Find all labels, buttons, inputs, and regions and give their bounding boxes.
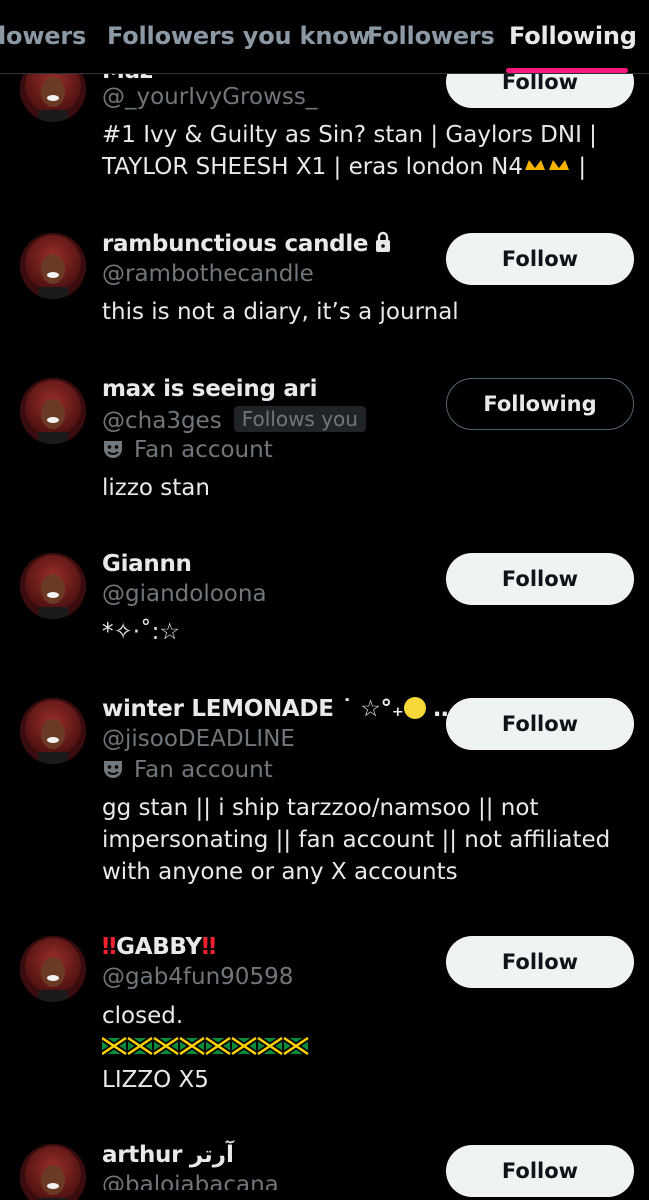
avatar[interactable] [20, 553, 86, 619]
user-bio-line: with anyone or any X accounts [102, 859, 458, 885]
user-handle-container: @cha3ges Follows you [102, 406, 366, 434]
lock-icon [376, 231, 391, 252]
user-handle: @cha3ges [102, 408, 222, 434]
jamaica-flags-row [100, 1032, 314, 1064]
user-handle: @jisooDEADLINE [102, 726, 295, 752]
follow-button[interactable]: Follow [446, 936, 634, 988]
user-name: Giannn [102, 551, 192, 577]
jamaica-flag-icon [100, 1037, 314, 1055]
user-bio-line: gg stan || i ship tarzzoo/namsoo || not [102, 795, 539, 821]
user-name: winter LEMONADE ˙ ☆°₊ [102, 696, 404, 722]
double-exclamation-icon: ‼ [201, 934, 216, 960]
tab-followers-partial[interactable]: lowers [0, 22, 86, 50]
user-bio-line: closed. [102, 1003, 184, 1029]
follow-button[interactable]: Follow [446, 233, 634, 285]
user-bio-line: TAYLOR SHEESH X1 | eras london N4 | [102, 154, 587, 180]
user-bio-line: lizzo stan [102, 475, 210, 501]
tab-bar: lowers Followers you know Followers Foll… [0, 0, 649, 74]
user-name: GABBY [116, 934, 202, 960]
user-bio-line: impersonating || fan account || not affi… [102, 827, 611, 853]
follows-you-badge: Follows you [233, 406, 366, 432]
tab-following[interactable]: Following [509, 22, 637, 50]
user-handle: @gab4fun90598 [102, 964, 294, 990]
avatar[interactable] [20, 233, 86, 299]
user-handle: @giandoloona [102, 581, 267, 607]
theater-mask-icon [104, 761, 122, 778]
tab-followers-you-know[interactable]: Followers you know [107, 22, 371, 50]
avatar[interactable] [20, 698, 86, 764]
follow-button[interactable]: Follow [446, 1145, 634, 1197]
theater-mask-icon [104, 441, 122, 458]
user-bio-line: *✧·˚:☆ [102, 619, 180, 645]
fan-account-label: Fan account [102, 437, 273, 463]
follow-button[interactable]: Follow [446, 698, 634, 750]
user-name: rambunctious candle [102, 231, 369, 257]
lemon-emoji-icon [403, 697, 426, 719]
user-name-container: ‼GABBY‼ [102, 934, 216, 960]
user-handle: @_yourIvyGrowss_ [102, 84, 318, 110]
avatar[interactable] [20, 378, 86, 444]
heart-hands-emoji-icon [525, 160, 546, 170]
user-name-container: winter LEMONADE ˙ ☆°₊ … [102, 696, 456, 722]
double-exclamation-icon: ‼ [102, 934, 117, 960]
user-name: arthur آرتر [102, 1142, 234, 1168]
avatar[interactable] [20, 936, 86, 1002]
tab-followers[interactable]: Followers [367, 22, 495, 50]
user-handle: @rambothecandle [102, 261, 314, 287]
avatar[interactable] [20, 1144, 86, 1200]
user-bio-line: LIZZO X5 [102, 1067, 209, 1093]
user-bio-line: this is not a diary, it’s a journal [102, 299, 459, 325]
user-bio-line: #1 Ivy & Guilty as Sin? stan | Gaylors D… [102, 122, 597, 148]
user-name-container: rambunctious candle [102, 231, 392, 257]
user-name: max is seeing ari [102, 376, 318, 402]
active-tab-indicator [506, 68, 628, 73]
fan-account-label: Fan account [102, 757, 273, 783]
user-handle: @balojabacana [102, 1172, 279, 1190]
follow-button[interactable]: Follow [446, 553, 634, 605]
heart-hands-emoji-icon [549, 160, 570, 170]
following-button[interactable]: Following [446, 378, 634, 430]
